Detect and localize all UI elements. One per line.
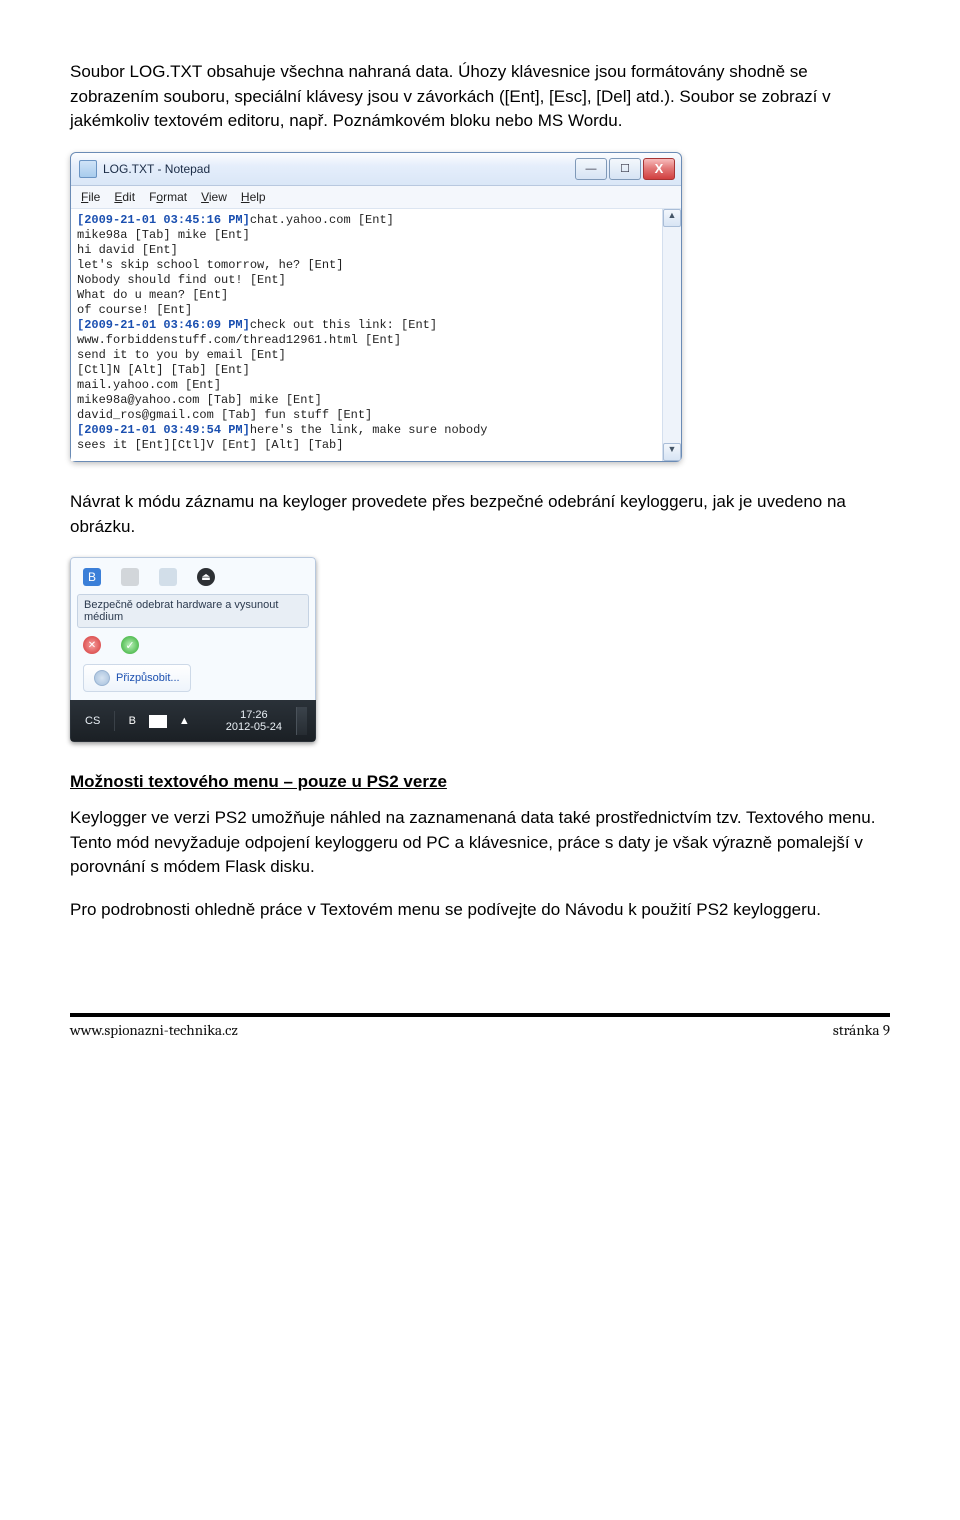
paragraph-1: Soubor LOG.TXT obsahuje všechna nahraná …	[70, 60, 890, 134]
safely-remove-icon[interactable]: ⏏	[197, 568, 215, 586]
notepad-title: LOG.TXT - Notepad	[103, 162, 210, 176]
menu-view[interactable]: View	[201, 190, 227, 204]
maximize-button[interactable]: ☐	[609, 158, 641, 180]
systray-screenshot: B ⏏ Bezpečně odebrat hardware a vysunout…	[70, 557, 890, 742]
notepad-menubar: File Edit Format View Help	[71, 186, 681, 209]
tray-tooltip: Bezpečně odebrat hardware a vysunout méd…	[77, 594, 309, 628]
clock-time: 17:26	[226, 709, 282, 722]
gear-icon	[94, 670, 110, 686]
ok-icon[interactable]: ✓	[121, 636, 139, 654]
close-button[interactable]: X	[643, 158, 675, 180]
minimize-button[interactable]: —	[575, 158, 607, 180]
paragraph-4: Pro podrobnosti ohledně práce v Textovém…	[70, 898, 890, 923]
footer-url: www.spionazni-technika.cz	[70, 1021, 238, 1039]
footer-page: stránka 9	[833, 1021, 890, 1039]
customize-button[interactable]: Přizpůsobit...	[83, 664, 191, 692]
section-heading: Možnosti textového menu – pouze u PS2 ve…	[70, 772, 890, 792]
tray-clock[interactable]: 17:26 2012-05-24	[226, 709, 282, 734]
paragraph-3: Keylogger ve verzi PS2 umožňuje náhled n…	[70, 806, 890, 880]
monitor-icon[interactable]	[159, 568, 177, 586]
customize-label: Přizpůsobit...	[116, 672, 180, 684]
tray-bluetooth-icon[interactable]: B	[123, 712, 141, 730]
action-center-icon[interactable]	[149, 715, 167, 728]
menu-format[interactable]: Format	[149, 190, 187, 204]
error-icon[interactable]: ✕	[83, 636, 101, 654]
notepad-app-icon	[79, 160, 97, 178]
show-desktop-button[interactable]	[296, 707, 307, 735]
computer-icon[interactable]	[121, 568, 139, 586]
menu-file[interactable]: File	[81, 190, 100, 204]
network-icon[interactable]: ▲	[175, 712, 193, 730]
scroll-down-icon[interactable]: ▼	[663, 443, 681, 461]
menu-edit[interactable]: Edit	[114, 190, 135, 204]
tray-separator	[114, 711, 115, 731]
menu-help[interactable]: Help	[241, 190, 266, 204]
notepad-textarea[interactable]: [2009-21-01 03:45:16 PM]chat.yahoo.com […	[71, 209, 662, 461]
taskbar-tray: CS B ▲ 17:26 2012-05-24	[70, 700, 316, 742]
tray-popup: B ⏏ Bezpečně odebrat hardware a vysunout…	[70, 557, 316, 700]
bluetooth-icon[interactable]: B	[83, 568, 101, 586]
paragraph-2: Návrat k módu záznamu na keyloger proved…	[70, 490, 890, 539]
notepad-screenshot: LOG.TXT - Notepad — ☐ X File Edit Format…	[70, 152, 890, 462]
clock-date: 2012-05-24	[226, 721, 282, 734]
notepad-scrollbar[interactable]: ▲ ▼	[662, 209, 681, 461]
scroll-up-icon[interactable]: ▲	[663, 209, 681, 227]
notepad-titlebar: LOG.TXT - Notepad — ☐ X	[71, 153, 681, 186]
language-indicator[interactable]: CS	[79, 713, 106, 729]
page-footer: www.spionazni-technika.cz stránka 9	[70, 1013, 890, 1039]
